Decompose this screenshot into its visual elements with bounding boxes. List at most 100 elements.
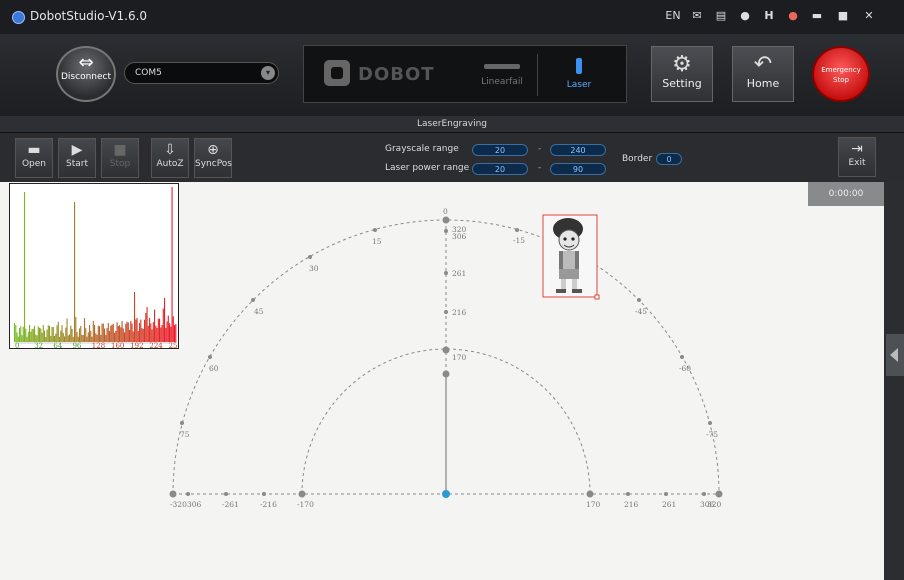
maximize-icon[interactable]: ■ [834, 9, 852, 22]
histogram-tick-label: 128 [92, 342, 105, 348]
dobot-logo-icon [324, 60, 350, 86]
autoz-button[interactable]: ⇩ AutoZ [151, 138, 189, 178]
histogram-bar [50, 335, 52, 342]
histogram-bar [81, 334, 83, 342]
histogram-bar [22, 326, 24, 342]
histogram-bar [162, 308, 164, 342]
histogram-bar [61, 325, 63, 342]
histogram-bar [169, 323, 171, 342]
histogram-bar [101, 323, 103, 342]
histogram-bar [34, 325, 36, 342]
histogram-bar [152, 322, 154, 342]
border-label: Border [622, 154, 653, 164]
histogram-bar [125, 323, 127, 342]
power-label: Laser power range [385, 163, 470, 173]
histogram-bar [110, 325, 112, 342]
close-icon[interactable]: ✕ [860, 9, 878, 22]
histogram-bar [20, 326, 22, 342]
histogram-bar [64, 336, 66, 342]
histogram-bar [84, 318, 86, 342]
histogram-bar [154, 309, 156, 342]
home-button[interactable]: ↶ Home [732, 46, 794, 102]
chevron-down-icon[interactable]: ▾ [261, 66, 275, 80]
exit-icon: ⇥ [851, 141, 863, 157]
power-max-input[interactable]: 90 [550, 163, 606, 175]
grayscale-max-input[interactable]: 240 [550, 144, 606, 156]
histogram-tick-label: 192 [130, 342, 143, 348]
title-bar: DobotStudio-V1.6.0 EN ✉ ▤ ● H ● ▬ ■ ✕ [0, 0, 904, 34]
histogram-bar [149, 317, 151, 342]
border-input[interactable]: 0 [656, 153, 682, 165]
start-button[interactable]: ▶ Start [58, 138, 96, 178]
histogram-bar [80, 325, 82, 342]
minimize-icon[interactable]: ▬ [808, 9, 826, 22]
histogram-bar [155, 325, 157, 342]
exit-label: Exit [848, 158, 866, 168]
histogram-bar [25, 328, 27, 342]
grayscale-min-input[interactable]: 20 [472, 144, 528, 156]
histogram-bar [19, 328, 21, 342]
syncpos-button[interactable]: ⊕ SyncPos [194, 138, 232, 178]
histogram-bar [71, 329, 73, 342]
histogram-bar [47, 325, 49, 342]
exit-button[interactable]: ⇥ Exit [838, 137, 876, 177]
histogram-bar [79, 328, 81, 342]
histogram-bar [14, 323, 16, 342]
power-min-input[interactable]: 20 [472, 163, 528, 175]
histogram-bar [167, 315, 169, 342]
histogram-bar [46, 329, 48, 342]
setting-label: Setting [662, 77, 702, 90]
histogram-bar [145, 313, 147, 342]
emergency-stop-button[interactable]: Emergency Stop [812, 46, 870, 102]
linear-rail-toggle[interactable]: Linearfail [472, 60, 532, 87]
histogram-bar [119, 325, 121, 342]
histogram-bar [134, 292, 136, 342]
linear-rail-label: Linearfail [481, 77, 523, 87]
histogram-bar [120, 327, 122, 342]
collapse-panel-tab[interactable] [886, 334, 904, 376]
histogram-bar [95, 333, 97, 342]
open-button[interactable]: ▬ Open [15, 138, 53, 178]
laser-icon [576, 58, 582, 74]
user-icon[interactable]: ● [784, 9, 802, 22]
gear-icon: ⚙ [672, 52, 692, 77]
language-icon[interactable]: EN [664, 9, 682, 22]
app-logo-icon [12, 11, 25, 24]
histogram-bar [112, 323, 114, 342]
disconnect-button[interactable]: ⇔ Disconnect [56, 46, 116, 102]
histogram-bar [36, 335, 38, 342]
histogram-bar [45, 336, 47, 342]
divider [537, 54, 538, 96]
histogram-tick-label: 32 [34, 342, 43, 348]
setting-button[interactable]: ⚙ Setting [651, 46, 713, 102]
estop-line2: Stop [833, 76, 849, 84]
histogram-bar [109, 330, 111, 342]
histogram-bar [57, 321, 59, 342]
histogram-bar [70, 325, 72, 342]
histogram-bar [75, 317, 77, 342]
port-select[interactable]: COM5 ▾ [124, 62, 279, 84]
histogram-bar [90, 331, 92, 342]
undo-arrow-icon: ↶ [753, 52, 773, 77]
h-icon[interactable]: H [760, 9, 778, 22]
histogram-bar [144, 319, 146, 342]
histogram-chart: 0 32 64 96 128 160 192 224 256 [14, 187, 183, 350]
histogram-tick-label: 96 [73, 342, 82, 348]
laser-tool-select[interactable]: Laser [554, 58, 604, 90]
mail-icon[interactable]: ✉ [688, 9, 706, 22]
histogram-bar [62, 332, 64, 342]
histogram-tick-label: 160 [111, 342, 124, 348]
histogram-tick-label: 64 [53, 342, 62, 348]
help-icon[interactable]: ● [736, 9, 754, 22]
histogram-bar [99, 326, 101, 342]
histogram-bar [74, 202, 76, 342]
histogram-bar [115, 330, 117, 342]
histogram-bar [174, 325, 176, 342]
histogram-bar [131, 323, 133, 342]
histogram-bar [35, 334, 37, 342]
window-title: DobotStudio-V1.6.0 [30, 9, 148, 23]
doc-icon[interactable]: ▤ [712, 9, 730, 22]
histogram-bar [52, 327, 54, 342]
histogram-bar [121, 321, 123, 342]
stop-button[interactable]: ■ Stop [101, 138, 139, 178]
